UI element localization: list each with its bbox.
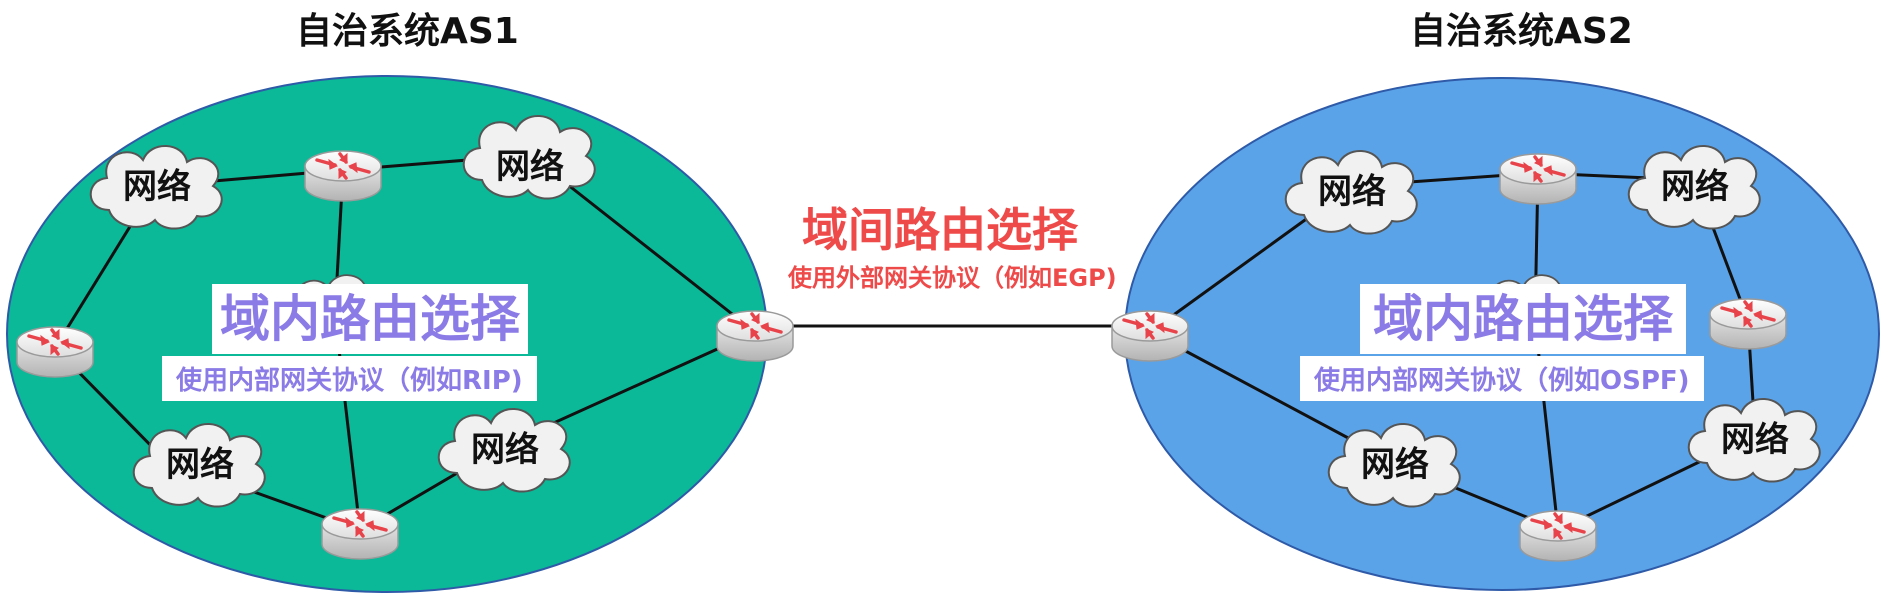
router-icon (1708, 297, 1788, 351)
router-icon (1518, 509, 1598, 563)
network-label: 网络 (1361, 445, 1429, 485)
network-label: 网络 (123, 167, 191, 207)
router-icon (320, 507, 400, 561)
router-icon (1110, 309, 1190, 363)
router-icon (15, 325, 95, 379)
as2-title: 自治系统AS2 (1410, 11, 1633, 52)
as1-intra-title: 域内路由选择 (220, 290, 520, 348)
routing-diagram: 网络 网络 网络 网络 网络 网络 网络 网络 自治系统AS1 自治系统AS2 … (0, 0, 1896, 595)
router-icon (715, 309, 795, 363)
network-label: 网络 (471, 430, 539, 470)
inter-title: 域间路由选择 (802, 203, 1078, 257)
network-label: 网络 (1318, 172, 1386, 212)
inter-protocol: 使用外部网关协议（例如EGP) (788, 264, 1117, 292)
network-label: 网络 (166, 445, 234, 485)
router-icon (303, 149, 383, 203)
network-label: 网络 (1661, 167, 1729, 207)
as2-intra-caption: 域内路由选择 (1360, 284, 1686, 354)
as1-intra-caption: 域内路由选择 (212, 284, 528, 354)
as2-intra-title: 域内路由选择 (1373, 290, 1673, 348)
as1-intra-protocol: 使用内部网关协议（例如RIP) (162, 356, 537, 401)
as2-intra-protocol: 使用内部网关协议（例如OSPF) (1300, 356, 1704, 401)
network-label: 网络 (1721, 420, 1789, 460)
as1-title: 自治系统AS1 (296, 11, 519, 52)
network-label: 网络 (496, 147, 564, 187)
router-icon (1498, 152, 1578, 206)
